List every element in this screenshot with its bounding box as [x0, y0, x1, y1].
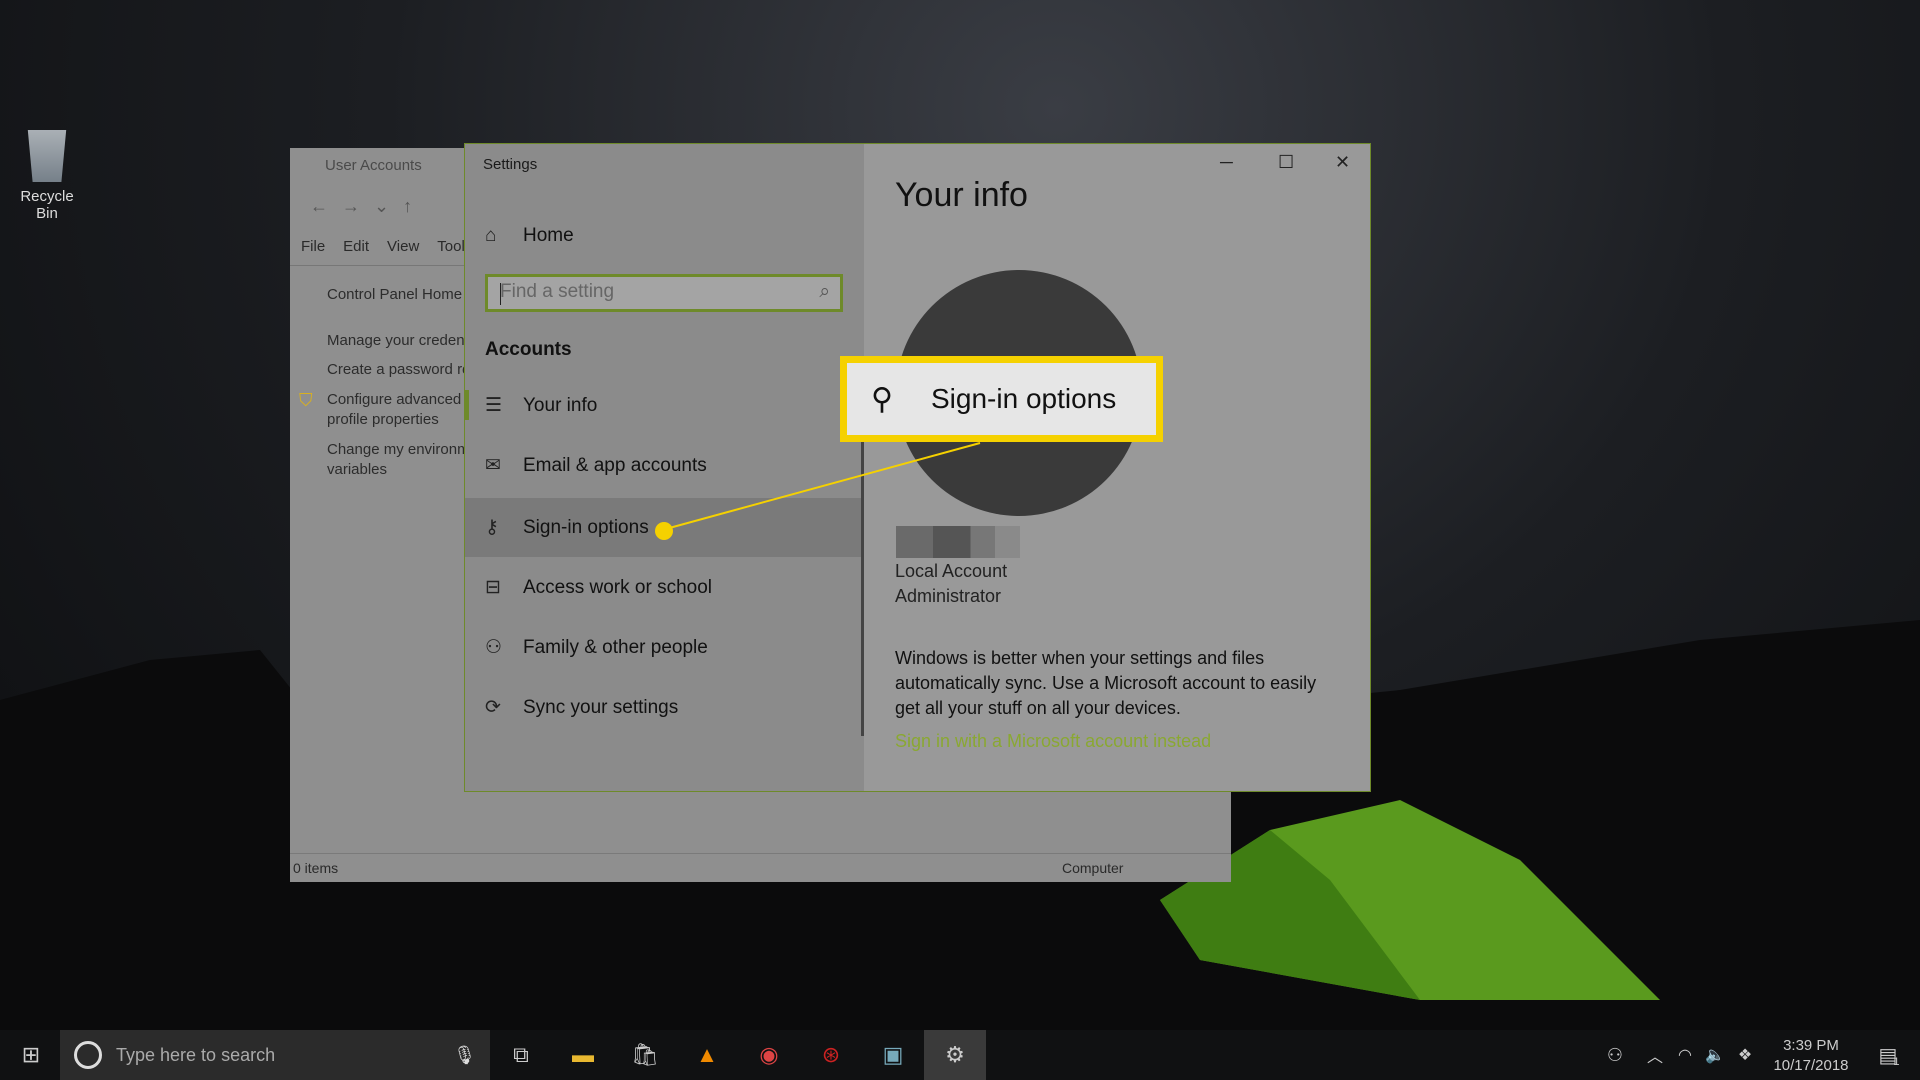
task-view-icon[interactable]: ⧉	[490, 1030, 552, 1080]
dropbox-icon[interactable]: ❖	[1730, 1030, 1760, 1080]
control-panel-icon[interactable]: ▣	[862, 1030, 924, 1080]
people-icon[interactable]: ⚇	[1590, 1030, 1640, 1080]
chevron-up-icon[interactable]: ︿	[1640, 1030, 1670, 1080]
taskbar-search-input[interactable]: Type here to search 🎙	[60, 1030, 490, 1080]
callout-dot	[655, 522, 673, 540]
clock[interactable]: 3:39 PM 10/17/2018	[1765, 1036, 1857, 1076]
cortana-icon	[74, 1041, 102, 1069]
callout-connector	[655, 442, 981, 540]
chrome-icon[interactable]: ◉	[738, 1030, 800, 1080]
file-explorer-icon[interactable]: ▬	[552, 1030, 614, 1080]
callout-box: ⚲ Sign-in options	[840, 356, 1163, 442]
wifi-icon[interactable]: ◠	[1670, 1030, 1700, 1080]
vlc-icon[interactable]: ▲	[676, 1030, 738, 1080]
taskbar: ⊞ Type here to search 🎙 ⧉ ▬ 🛍 ▲ ◉ ⊛ ▣ ⚙ …	[0, 1030, 1920, 1080]
settings-gear-icon[interactable]: ⚙	[924, 1030, 986, 1080]
store-icon[interactable]: 🛍	[614, 1030, 676, 1080]
action-center-icon[interactable]: ▤ 1	[1864, 1030, 1914, 1080]
volume-icon[interactable]: 🔈	[1700, 1030, 1730, 1080]
microphone-icon[interactable]: 🎙	[453, 1045, 476, 1066]
date: 10/17/2018	[1773, 1057, 1849, 1074]
app-icon[interactable]: ⊛	[800, 1030, 862, 1080]
windows-start-icon[interactable]: ⊞	[0, 1030, 62, 1080]
search-placeholder: Type here to search	[116, 1044, 276, 1065]
notification-count: 1	[1893, 1056, 1900, 1068]
time: 3:39 PM	[1783, 1037, 1839, 1054]
callout-line	[661, 442, 981, 531]
key-icon: ⚲	[871, 382, 893, 416]
callout-label: Sign-in options	[931, 383, 1117, 414]
